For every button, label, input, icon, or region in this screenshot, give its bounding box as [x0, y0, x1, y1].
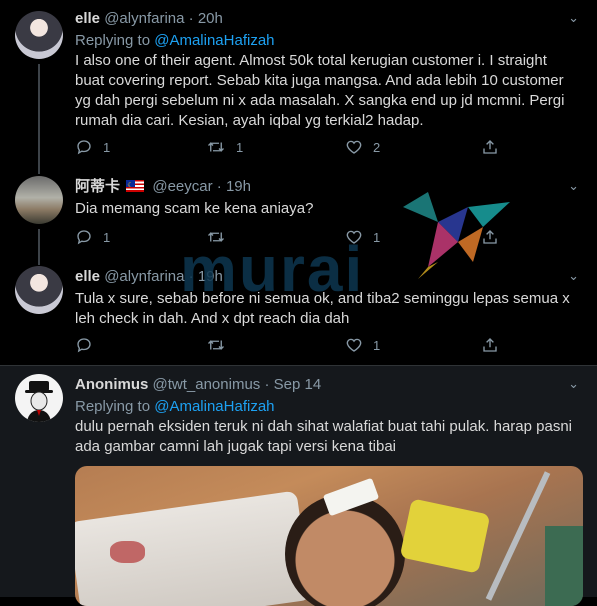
tweet-actions: 1 1 2 — [75, 138, 515, 158]
retweet-count: 1 — [236, 140, 244, 155]
photo-yellow-bag — [399, 498, 491, 574]
heart-icon — [346, 140, 362, 154]
separator-dot: · — [264, 376, 270, 393]
separator-dot: · — [216, 178, 222, 195]
avatar[interactable] — [15, 11, 63, 59]
share-icon — [483, 338, 497, 352]
tweet-header: elle @alynfarina · 20h — [75, 10, 223, 28]
reply-count: 1 — [103, 140, 111, 155]
user-handle[interactable]: @twt_anonimus — [153, 376, 261, 393]
tweet-text: Tula x sure, sebab before ni semua ok, a… — [75, 290, 570, 327]
chevron-down-icon[interactable]: ⌄ — [568, 268, 579, 284]
share-button[interactable] — [481, 138, 499, 157]
tweet-actions: 1 1 — [75, 228, 515, 248]
display-name[interactable]: 阿蒂卡 — [75, 178, 120, 195]
mention-link[interactable]: @AmalinaHafizah — [154, 398, 274, 415]
share-icon — [483, 140, 497, 154]
reply-icon — [77, 140, 91, 155]
chevron-down-icon[interactable]: ⌄ — [568, 10, 579, 26]
reply-count: 1 — [103, 230, 111, 245]
avatar[interactable] — [15, 176, 63, 224]
tweet-photo[interactable] — [75, 466, 583, 606]
like-button[interactable]: 2 — [345, 138, 380, 157]
photo-bed-rail — [485, 471, 551, 601]
user-handle[interactable]: @alynfarina — [104, 268, 184, 285]
tweet-header: Anonimus @twt_anonimus · Sep 14 — [75, 376, 321, 394]
separator-dot: · — [188, 10, 194, 27]
timestamp[interactable]: 19h — [226, 178, 251, 195]
tweet-text: Dia memang scam ke kena aniaya? — [75, 200, 314, 217]
avatar[interactable] — [15, 374, 63, 422]
tweet-text: dulu pernah eksiden teruk ni dah sihat w… — [75, 418, 572, 455]
like-button[interactable]: 1 — [345, 336, 380, 355]
timestamp[interactable]: 20h — [198, 10, 223, 27]
malaysia-flag-icon — [126, 177, 145, 195]
display-name[interactable]: elle — [75, 10, 100, 27]
retweet-button[interactable] — [206, 336, 236, 355]
reply-button[interactable]: 1 — [75, 228, 110, 247]
heart-icon — [346, 338, 362, 352]
replying-label: Replying to — [75, 398, 151, 415]
reply-icon — [77, 338, 91, 353]
like-button[interactable]: 1 — [345, 228, 380, 247]
user-handle[interactable]: @alynfarina — [104, 10, 184, 27]
timestamp[interactable]: Sep 14 — [274, 376, 322, 393]
reply-icon — [77, 230, 91, 245]
heart-icon — [346, 230, 362, 244]
photo-stain — [110, 541, 145, 563]
display-name[interactable]: Anonimus — [75, 376, 148, 393]
retweet-icon — [208, 340, 224, 350]
like-count: 1 — [373, 230, 381, 245]
like-count: 1 — [373, 338, 381, 353]
share-button[interactable] — [481, 228, 499, 247]
share-button[interactable] — [481, 336, 499, 355]
mention-link[interactable]: @AmalinaHafizah — [154, 32, 274, 49]
retweet-icon — [208, 142, 224, 152]
chevron-down-icon[interactable]: ⌄ — [568, 376, 579, 392]
tweet-header: elle @alynfarina · 19h — [75, 268, 223, 286]
timestamp[interactable]: 19h — [198, 268, 223, 285]
tweet-actions: 1 — [75, 336, 515, 356]
display-name[interactable]: elle — [75, 268, 100, 285]
chevron-down-icon[interactable]: ⌄ — [568, 178, 579, 194]
thread-container: elle @alynfarina · 20h ⌄ Replying to @Am… — [0, 0, 597, 365]
avatar[interactable] — [15, 266, 63, 314]
anonymous-mask-icon — [25, 381, 53, 422]
retweet-icon — [208, 232, 224, 242]
tweet-header: 阿蒂卡 @eeycar · 19h — [75, 177, 251, 196]
photo-green-curtain — [545, 526, 583, 606]
share-icon — [483, 230, 497, 244]
reply-button[interactable]: 1 — [75, 138, 110, 157]
separator-dot: · — [188, 268, 194, 285]
retweet-button[interactable]: 1 — [206, 138, 243, 157]
replying-label: Replying to — [75, 32, 151, 49]
retweet-button[interactable] — [206, 228, 236, 247]
user-handle[interactable]: @eeycar — [152, 178, 212, 195]
replying-to: Replying to @AmalinaHafizah — [75, 398, 275, 416]
tweet-text: I also one of their agent. Almost 50k to… — [75, 52, 565, 129]
like-count: 2 — [373, 140, 381, 155]
reply-button[interactable] — [75, 336, 103, 355]
thread-connector — [38, 64, 40, 174]
thread-connector — [38, 229, 40, 265]
replying-to: Replying to @AmalinaHafizah — [75, 32, 275, 50]
